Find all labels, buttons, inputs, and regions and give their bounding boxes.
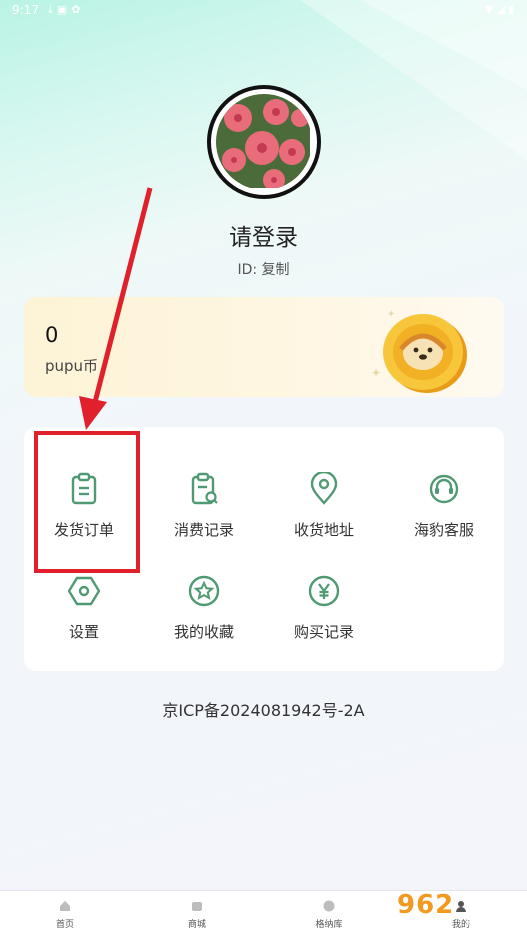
tab-label: 首页 (55, 920, 74, 930)
menu-item-settings[interactable]: 设置 (24, 574, 144, 664)
star-icon (188, 575, 220, 607)
svg-text:✦: ✦ (387, 309, 395, 320)
svg-text:✦: ✦ (371, 366, 381, 380)
watermark-site-name: 乐游网 (465, 916, 502, 930)
tab-label: 格纳库 (315, 920, 343, 930)
hexagon-settings-icon (68, 576, 100, 606)
user-id-copy[interactable]: ID: 复制 (0, 259, 527, 279)
coin-label: pupu币 (45, 357, 99, 375)
menu-item-label: 购买记录 (293, 623, 354, 641)
menu-item-delivery-address[interactable]: 收货地址 (264, 472, 384, 562)
tab-label: 商城 (187, 920, 206, 930)
shop-icon (190, 899, 204, 913)
coin-icon: ✦ ✦ (371, 309, 467, 393)
avatar-image (216, 94, 312, 190)
login-prompt[interactable]: 请登录 (0, 218, 527, 252)
menu-item-consumption-records[interactable]: 消费记录 (144, 472, 264, 562)
menu-item-customer-service[interactable]: 海豹客服 (384, 472, 504, 562)
icp-license[interactable]: 京ICP备2024081942号-2A (0, 697, 527, 721)
menu-item-label: 设置 (68, 623, 99, 641)
menu-item-label: 收货地址 (293, 521, 354, 539)
home-icon (58, 899, 72, 913)
menu-item-label: 我的收藏 (173, 623, 234, 641)
tab-shop[interactable]: 商城 (152, 899, 242, 930)
hangar-icon (322, 899, 336, 913)
yen-icon (308, 575, 340, 607)
menu-item-label: 海豹客服 (413, 521, 474, 539)
watermark-logo: 962 .NET 乐游网 (393, 886, 521, 934)
watermark-number: 962 (397, 890, 455, 920)
menu-item-favorites[interactable]: 我的收藏 (144, 574, 264, 664)
annotation-highlight-box (34, 431, 140, 573)
avatar[interactable] (207, 85, 321, 199)
location-pin-icon (310, 472, 338, 505)
menu-item-purchase-records[interactable]: 购买记录 (264, 574, 384, 664)
menu-item-label: 消费记录 (173, 521, 234, 539)
coin-balance: 0 (45, 323, 59, 347)
watermark-net: .NET (465, 892, 515, 914)
coin-card[interactable]: 0 pupu币 ✦ ✦ (24, 297, 504, 397)
tab-home[interactable]: 首页 (20, 899, 110, 930)
tab-hangar[interactable]: 格纳库 (284, 899, 374, 930)
headset-icon (429, 474, 459, 504)
receipt-search-icon (191, 472, 218, 505)
